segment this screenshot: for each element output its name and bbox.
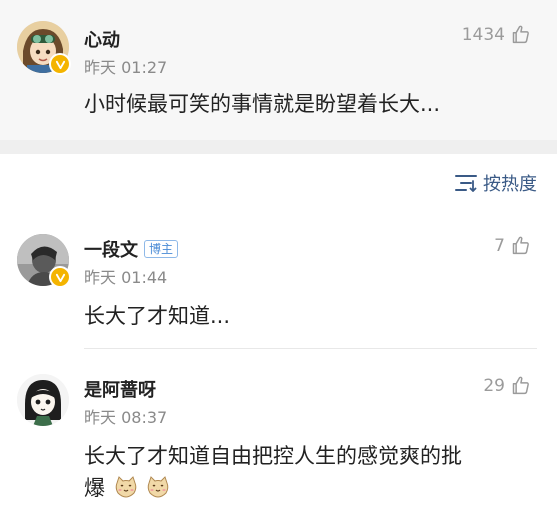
thumbs-up-icon (512, 25, 529, 44)
comment-text-line: 长大了才知道自由把控人生的感觉爽的批 (84, 444, 462, 468)
timestamp: 昨天 01:27 (84, 58, 168, 77)
thumbs-up-icon (512, 376, 529, 395)
like-button[interactable]: 29 (483, 375, 531, 396)
comment-text: 长大了才知道... (84, 304, 231, 328)
avatar-wrap[interactable] (17, 234, 71, 288)
verified-badge-icon (49, 53, 71, 75)
section-divider (0, 140, 557, 154)
cat-emoji-icon (115, 476, 136, 498)
like-count: 7 (494, 235, 505, 256)
timestamp: 昨天 01:44 (84, 268, 168, 287)
like-button[interactable]: 7 (494, 235, 531, 256)
username[interactable]: 一段文 博主 (84, 236, 179, 262)
comment-text: 长大了才知道自由把控人生的感觉爽的批 爆 (84, 440, 462, 504)
username[interactable]: 心动 (84, 26, 120, 52)
comment-text-fragment: 爆 (84, 476, 105, 500)
comment-text: 小时候最可笑的事情就是盼望着长大... (84, 92, 441, 116)
username[interactable]: 是阿蔷呀 (84, 376, 156, 402)
verified-badge-icon (49, 266, 71, 288)
blogger-tag: 博主 (144, 240, 179, 258)
like-count: 29 (483, 375, 505, 396)
username-text[interactable]: 一段文 (84, 240, 138, 261)
thumbs-up-icon (512, 236, 529, 255)
cat-emoji-icon (148, 476, 169, 498)
like-button[interactable]: 1434 (462, 24, 531, 45)
timestamp: 昨天 08:37 (84, 408, 168, 427)
avatar[interactable] (17, 374, 69, 426)
comment-text-line: 爆 (84, 472, 462, 504)
avatar-wrap[interactable] (17, 374, 69, 426)
divider (84, 348, 537, 349)
avatar-wrap[interactable] (17, 21, 71, 75)
like-count: 1434 (461, 24, 505, 45)
sort-by-hot-button[interactable]: 按热度 (455, 170, 537, 196)
sort-icon (455, 175, 477, 192)
sort-label: 按热度 (483, 174, 537, 195)
